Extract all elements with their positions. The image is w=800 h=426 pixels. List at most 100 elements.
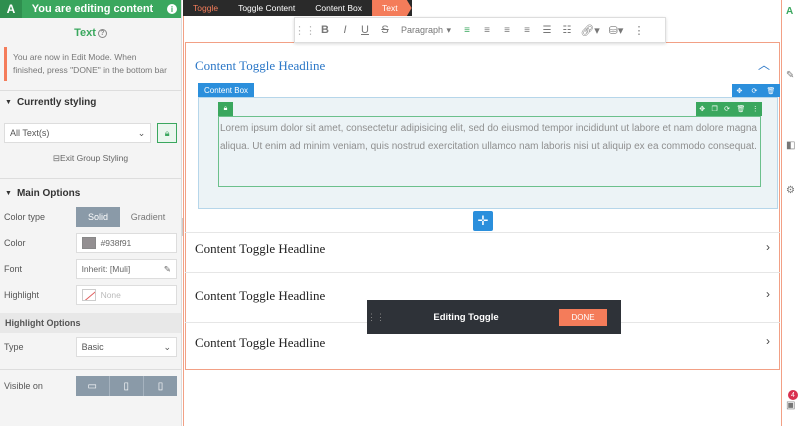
chevron-down-icon: ⌄	[137, 127, 146, 138]
chevron-right-icon[interactable]: ›	[766, 287, 770, 301]
currently-styling-label: Currently styling	[16, 96, 97, 108]
exit-icon: ⊟	[52, 153, 61, 163]
more-options-icon[interactable]: ⋮	[629, 24, 649, 37]
main-options-header[interactable]: ▼ Main Options	[0, 183, 181, 203]
main-options-label: Main Options	[16, 187, 81, 199]
trash-icon[interactable]: 🗑︎	[736, 105, 745, 113]
desktop-icon[interactable]: ▭	[76, 376, 110, 396]
align-left-icon[interactable]: ≡	[457, 25, 477, 36]
toggle-headline-active[interactable]: Content Toggle Headline	[195, 58, 325, 74]
align-center-icon[interactable]: ≡	[477, 25, 497, 36]
app-logo-icon[interactable]: A	[786, 6, 793, 17]
chevron-right-icon[interactable]: ›	[766, 240, 770, 254]
content-box-tools: ✥ ⟳ 🗑︎	[732, 84, 780, 97]
breadcrumb: Toggle Toggle Content Content Box Text	[183, 0, 412, 16]
styling-selector-value: All Text(s)	[10, 128, 50, 138]
toggle-headline-2[interactable]: Content Toggle Headline	[195, 241, 325, 257]
visible-on-label: Visible on	[4, 381, 43, 391]
edit-icon[interactable]: ✎	[786, 70, 794, 81]
underline-icon[interactable]: U	[355, 24, 375, 36]
drag-handle-icon[interactable]: ⋮⋮	[367, 312, 385, 323]
drag-handle-icon[interactable]: ⋮⋮	[294, 24, 316, 37]
refresh-icon[interactable]: ⟳	[724, 105, 730, 113]
toggle-headline-3[interactable]: Content Toggle Headline	[195, 288, 325, 304]
chevron-up-icon[interactable]: ︿	[758, 56, 770, 73]
chevron-right-icon[interactable]: ›	[766, 334, 770, 348]
editing-bottom-bar: ⋮⋮ Editing Toggle DONE	[367, 300, 621, 334]
move-icon[interactable]: ✥	[737, 87, 743, 95]
highlight-value: None	[100, 290, 121, 300]
text-lock-tag[interactable]: 🔒︎	[218, 102, 233, 116]
highlight-type-value: Basic	[81, 342, 104, 352]
right-sidebar-strip: A ✎ ◧ ⚙ 4 ▣	[782, 0, 800, 426]
strikethrough-icon[interactable]: S	[375, 24, 395, 36]
breadcrumb-content-box[interactable]: Content Box	[305, 0, 372, 16]
styling-selector[interactable]: All Text(s) ⌄	[4, 123, 152, 143]
refresh-icon[interactable]: ⟳	[752, 87, 758, 95]
bold-icon[interactable]: B	[315, 24, 335, 36]
bullet-list-icon[interactable]: ☰	[537, 25, 557, 36]
lock-icon: 🔒︎	[223, 105, 228, 112]
exit-group-styling-link[interactable]: ⊟Exit Group Styling	[0, 153, 181, 164]
edit-mode-notice: You are now in Edit Mode. When finished,…	[4, 47, 175, 81]
breadcrumb-toggle-content[interactable]: Toggle Content	[228, 0, 305, 16]
tablet-icon[interactable]: ▯	[110, 376, 144, 396]
breadcrumb-toggle[interactable]: Toggle	[183, 0, 228, 16]
caret-down-icon: ▼	[5, 98, 12, 106]
color-type-gradient-option[interactable]: Gradient	[120, 207, 176, 227]
panel-title: Text?	[0, 18, 181, 45]
add-element-button[interactable]: ✛	[473, 211, 493, 231]
notification-badge[interactable]: 4	[788, 390, 798, 400]
trash-icon[interactable]: 🗑︎	[767, 87, 776, 95]
pencil-icon[interactable]: ✎	[164, 264, 171, 275]
color-value: #938f91	[100, 238, 132, 248]
plus-icon: ✛	[477, 213, 489, 228]
done-button[interactable]: DONE	[559, 308, 607, 326]
lock-styling-button[interactable]: 🔒︎	[157, 123, 177, 143]
color-swatch[interactable]	[81, 237, 96, 249]
italic-icon[interactable]: I	[335, 24, 355, 36]
caret-down-icon: ▼	[5, 189, 12, 197]
color-type-solid-option[interactable]: Solid	[76, 207, 120, 227]
paragraph-format-select[interactable]: Paragraph ▾	[395, 25, 457, 36]
more-options-icon[interactable]: ⋮	[752, 105, 759, 113]
caret-down-icon: ▾	[446, 24, 451, 35]
editing-status-title: You are editing content	[31, 3, 154, 15]
device-visibility-toggles: ▭ ▯ ▯	[75, 376, 177, 396]
highlight-options-header: Highlight Options	[0, 313, 181, 333]
highlight-type-select[interactable]: Basic ⌄	[75, 337, 177, 357]
text-element-tools: ✥ ❐ ⟳ 🗑︎ ⋮	[696, 102, 762, 116]
numbered-list-icon[interactable]: ☷	[557, 25, 577, 36]
currently-styling-header[interactable]: ▼ Currently styling	[0, 92, 181, 112]
font-field[interactable]: Inherit: [Muli] ✎	[75, 259, 177, 279]
paragraph-format-value: Paragraph	[401, 25, 444, 35]
copy-icon[interactable]: ❐	[711, 105, 717, 113]
color-type-label: Color type	[4, 212, 46, 222]
rich-text-toolbar: ⋮⋮ B I U S Paragraph ▾ ≡ ≡ ≡ ≡ ☰ ☷ 🔗︎▾ ⛁▾…	[294, 17, 666, 43]
mobile-icon[interactable]: ▯	[144, 376, 177, 396]
align-justify-icon[interactable]: ≡	[517, 25, 537, 36]
chevron-down-icon: ⌄	[163, 341, 171, 352]
no-color-swatch[interactable]	[81, 289, 96, 301]
content-box-tag[interactable]: Content Box	[198, 83, 255, 97]
settings-icon[interactable]: ⚙	[786, 185, 795, 196]
help-icon[interactable]: ?	[97, 29, 107, 38]
highlight-color-field[interactable]: None	[75, 285, 177, 305]
link-icon[interactable]: 🔗︎▾	[577, 24, 603, 37]
database-icon[interactable]: ⛁▾	[603, 24, 629, 37]
color-type-switch: Solid Gradient	[76, 207, 176, 227]
window-icon[interactable]: ▣	[786, 400, 795, 411]
color-picker-field[interactable]: #938f91	[75, 233, 177, 253]
toggle-headline-4[interactable]: Content Toggle Headline	[195, 335, 325, 351]
lorem-paragraph[interactable]: Lorem ipsum dolor sit amet, consectetur …	[220, 120, 760, 156]
app-logo[interactable]: A	[0, 0, 22, 18]
info-icon[interactable]: i	[163, 4, 181, 14]
layers-icon[interactable]: ◧	[786, 140, 795, 151]
breadcrumb-text[interactable]: Text	[372, 0, 412, 16]
panel-title-label: Text	[74, 27, 96, 39]
font-label: Font	[4, 264, 23, 274]
highlight-label: Highlight	[4, 290, 40, 300]
move-icon[interactable]: ✥	[699, 105, 705, 113]
align-right-icon[interactable]: ≡	[497, 25, 517, 36]
color-label: Color	[4, 238, 26, 248]
